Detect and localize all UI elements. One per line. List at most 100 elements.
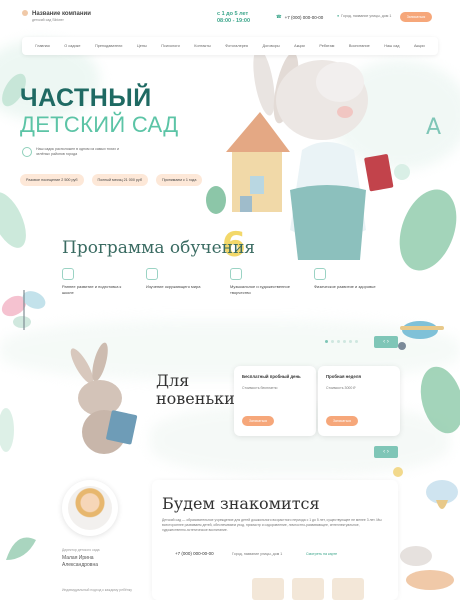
nav-item-psychologists[interactable]: Психологи (161, 44, 180, 48)
slider-dot[interactable] (355, 340, 358, 343)
arrow-right-icon[interactable]: › (387, 449, 389, 455)
price-pill-age: Принимаем с 1 года (155, 174, 203, 186)
airplane-icon (398, 321, 444, 350)
signup-button[interactable]: Записаться (400, 12, 432, 22)
brand-name[interactable]: Название компании (32, 11, 91, 17)
gallery-thumbnails (252, 578, 364, 600)
slider-dot[interactable] (349, 340, 352, 343)
newcomers-title-line2: новеньких (156, 389, 244, 408)
house-illustration (206, 112, 290, 214)
nav-item-our-garden[interactable]: Наш сад (384, 44, 399, 48)
working-hours: с 1 до 5 лет 08:00 - 19:00 (217, 11, 250, 24)
gallery-thumbnail[interactable] (252, 578, 284, 600)
address-text: Город, название улицы, дом 1 (341, 14, 392, 18)
trial-card-price: Стоимость бесплатно (242, 386, 278, 390)
phone-icon: ☎ (276, 14, 282, 19)
page: A 6 Название компании детский сад Sibiwe… (0, 0, 460, 600)
nav-item-contacts[interactable]: Контакты (194, 44, 210, 48)
program-card-label: Физическое развитие и здоровье (314, 284, 376, 289)
slider-dots (325, 340, 358, 343)
carousel-arrows[interactable]: ‹ › (374, 446, 398, 458)
newcomers-title-line1: Для (156, 371, 190, 390)
program-card[interactable]: Изучение окружающего мира (146, 268, 218, 316)
hero-note: Наш садик расположен в одном из самых ти… (22, 147, 122, 157)
trial-card-button[interactable]: Записаться (326, 416, 358, 426)
price-pill-single: Разовое посещение 2 500 руб (20, 174, 84, 186)
gallery-thumbnail[interactable] (292, 578, 324, 600)
trial-card-title: Пробная неделя (326, 374, 362, 379)
nav-item-gallery[interactable]: Фотогалерея (225, 44, 248, 48)
slider-dot[interactable] (343, 340, 346, 343)
nav-item-kids[interactable]: Ребятам (319, 44, 334, 48)
meet-address: Город, название улицы, дом 1 (232, 552, 283, 556)
price-pills: Разовое посещение 2 500 руб Полный месяц… (20, 174, 203, 186)
trial-card-title: Бесплатный пробный день (242, 374, 301, 379)
bunny-plane-illustration (400, 546, 454, 590)
trial-card-button[interactable]: Записаться (242, 416, 274, 426)
hero-note-text: Наш садик расположен в одном из самых ти… (36, 147, 120, 156)
map-link[interactable]: Смотреть на карте (306, 552, 337, 556)
slider-dot[interactable] (337, 340, 340, 343)
program-card-label: Раннее развитие и подготовка к школе (62, 284, 122, 295)
gallery-thumbnail[interactable] (332, 578, 364, 600)
program-card-label: Музыкальное и художественное творчество (230, 284, 290, 295)
nav-item-promos[interactable]: Акции (294, 44, 305, 48)
trial-card: Пробная неделя Стоимость 3000 ₽ Записать… (318, 366, 400, 436)
music-icon (230, 268, 242, 280)
location-icon (22, 147, 32, 157)
butterfly-icon (1, 290, 46, 330)
program-card[interactable]: Раннее развитие и подготовка к школе (62, 268, 134, 316)
newcomers-title: Для новеньких (156, 372, 244, 408)
program-card[interactable]: Физическое развитие и здоровье (314, 268, 386, 316)
nav-item-teachers[interactable]: Преподаватели (95, 44, 122, 48)
hours-ages: с 1 до 5 лет (217, 11, 249, 17)
header-address: ● Город, название улицы, дом 1 (337, 14, 391, 18)
reading-bunny-illustration (70, 342, 138, 454)
ball-icon (394, 164, 410, 180)
program-cards: Раннее развитие и подготовка к школе Изу… (62, 268, 386, 316)
director-footer: Индивидуальный подход к каждому ребёнку (62, 588, 132, 592)
hero-subtitle: ДЕТСКИЙ САД (20, 112, 179, 137)
arrow-left-icon[interactable]: ‹ (383, 339, 385, 345)
avatar (68, 486, 112, 530)
top-bar: Название компании детский сад Sibiwer с … (0, 0, 460, 34)
location-pin-icon: ● (337, 14, 340, 18)
flower-icon (6, 537, 36, 560)
nav-item-offers[interactable]: Акции (414, 44, 425, 48)
program-card-label: Изучение окружающего мира (146, 284, 201, 289)
letter-a-icon: A (426, 115, 441, 140)
program-title: Программа обучения (62, 238, 256, 258)
slider-dot[interactable] (325, 340, 328, 343)
meet-title: Будем знакомится (162, 494, 320, 513)
school-icon (62, 268, 74, 280)
hero-title: ЧАСТНЫЙ (20, 84, 152, 112)
phone-number[interactable]: +7 (000) 000-00-00 (285, 15, 324, 20)
logo-icon[interactable] (22, 10, 28, 16)
director-name: Малая Ирина Александровна (62, 555, 98, 568)
nav-item-upbringing[interactable]: Воспитание (349, 44, 370, 48)
slider-arrows[interactable]: ‹ › (374, 336, 398, 348)
price-pill-month: Полный месяц 21 000 руб (91, 174, 148, 186)
nav-item-home[interactable]: Главная (35, 44, 49, 48)
meet-text: Детский сад — образовательное учреждение… (162, 518, 382, 532)
trial-card-price: Стоимость 3000 ₽ (326, 386, 356, 390)
main-nav: Главная О садике Преподаватели Цены Псих… (22, 37, 438, 55)
moon-icon (393, 467, 403, 477)
meet-phone[interactable]: +7 (000) 000-00-00 (175, 551, 214, 556)
sport-icon (314, 268, 326, 280)
program-card[interactable]: Музыкальное и художественное творчество (230, 268, 302, 316)
arrow-left-icon[interactable]: ‹ (383, 449, 385, 455)
nav-item-prices[interactable]: Цены (137, 44, 147, 48)
slider-dot[interactable] (331, 340, 334, 343)
header-phone[interactable]: ☎ +7 (000) 000-00-00 (276, 14, 323, 20)
arrow-right-icon[interactable]: › (387, 339, 389, 345)
nav-item-contracts[interactable]: Договоры (263, 44, 280, 48)
hot-air-balloon-icon (426, 480, 458, 509)
globe-icon (146, 268, 158, 280)
brand-subtitle: детский сад Sibiwer (32, 18, 64, 22)
trial-card: Бесплатный пробный день Стоимость беспла… (234, 366, 316, 436)
director-photo (62, 480, 118, 536)
nav-item-about[interactable]: О садике (64, 44, 80, 48)
hours-time: 08:00 - 19:00 (217, 17, 251, 24)
director-role: Директор детского сада (62, 548, 100, 552)
